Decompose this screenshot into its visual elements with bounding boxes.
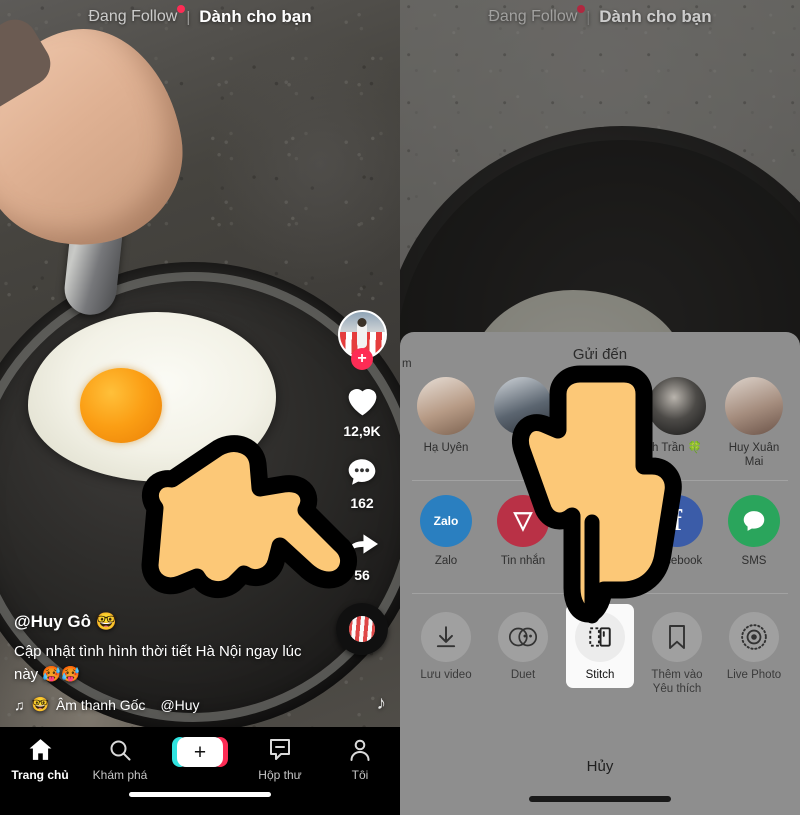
music-note-icon: ♫ bbox=[14, 696, 25, 713]
music-emoji: 🤓 bbox=[31, 696, 49, 712]
tab-for-you[interactable]: Dành cho bạn bbox=[199, 7, 311, 27]
video-description: Cập nhật tình hình thời tiết Hà Nội ngay… bbox=[14, 643, 302, 684]
left-phone-screen: Đang Follow | Dành cho bạn + 12,9K 162 5… bbox=[0, 0, 400, 815]
video-caption-block: @Huy Gô 🤓 Cập nhật tình hình thời tiết H… bbox=[14, 612, 326, 713]
home-indicator bbox=[129, 792, 271, 797]
action-label: Lưu video bbox=[420, 668, 472, 681]
tab-following-right[interactable]: Đang Follow bbox=[488, 5, 586, 26]
pointing-hand-right bbox=[108, 424, 366, 624]
app-label: Zalo bbox=[434, 554, 458, 567]
nav-label-home: Trang chủ bbox=[11, 768, 69, 782]
following-notification-dot-right bbox=[577, 5, 586, 13]
heart-icon bbox=[340, 379, 384, 421]
create-plus-icon[interactable]: + bbox=[172, 737, 228, 767]
nav-item-profile[interactable]: Tôi bbox=[323, 736, 397, 782]
create-plus-glyph: + bbox=[193, 740, 207, 764]
tab-following-label: Đang Follow bbox=[88, 8, 178, 25]
action-label: Live Photo bbox=[726, 668, 782, 681]
home-indicator bbox=[529, 796, 671, 802]
follow-plus-icon[interactable]: + bbox=[351, 348, 373, 370]
contact-item[interactable]: Huy Xuân Mai bbox=[720, 377, 788, 470]
app-label: SMS bbox=[741, 554, 767, 567]
nav-label-profile: Tôi bbox=[351, 768, 369, 782]
music-credit[interactable]: ♫ 🤓 Âm thanh Gốc @Huy bbox=[14, 696, 326, 713]
floating-music-note-icon: ♪ bbox=[376, 693, 387, 714]
nav-item-inbox[interactable]: Hộp thư bbox=[243, 736, 317, 782]
live-photo-icon bbox=[729, 611, 779, 662]
search-icon bbox=[108, 736, 132, 763]
nav-item-home[interactable]: Trang chủ bbox=[3, 736, 77, 782]
action-label: Thêm vào Yêu thích bbox=[651, 668, 703, 696]
bottom-navbar: Trang chủ Khám phá + Hộp thư Tôi bbox=[0, 727, 400, 815]
tab-following-label-right: Đang Follow bbox=[488, 8, 578, 25]
inbox-icon bbox=[268, 736, 292, 763]
zalo-glyph: Zalo bbox=[433, 513, 459, 528]
sms-icon bbox=[728, 494, 780, 547]
tutorial-screenshot: Đang Follow | Dành cho bạn + 12,9K 162 5… bbox=[0, 0, 800, 815]
music-author: @Huy bbox=[160, 696, 200, 713]
share-app-zalo[interactable]: Zalo Zalo bbox=[412, 494, 480, 583]
action-label: Stitch bbox=[585, 668, 615, 681]
avatar bbox=[725, 377, 783, 435]
tab-following[interactable]: Đang Follow bbox=[88, 5, 186, 26]
home-icon bbox=[28, 736, 53, 763]
right-phone-screen: Đang Follow | Dành cho bạn Gửi đến Hạ Uy… bbox=[400, 0, 800, 815]
top-tabs-right: Đang Follow | Dành cho bạn bbox=[400, 0, 800, 34]
tab-for-you-right[interactable]: Dành cho bạn bbox=[599, 7, 711, 27]
nav-item-create[interactable]: + bbox=[163, 736, 237, 767]
top-tabs-left: Đang Follow | Dành cho bạn bbox=[0, 0, 400, 34]
author-avatar-button[interactable]: + bbox=[337, 310, 387, 370]
nav-item-discover[interactable]: Khám phá bbox=[83, 736, 157, 782]
share-app-sms[interactable]: SMS bbox=[720, 494, 788, 583]
contact-item[interactable]: Hạ Uyên bbox=[412, 377, 480, 470]
contact-name: Hạ Uyên bbox=[423, 442, 469, 454]
cancel-button[interactable]: Hủy bbox=[400, 758, 800, 775]
contact-name: Huy Xuân Mai bbox=[728, 442, 780, 469]
tab-separator: | bbox=[186, 8, 191, 26]
action-save-video[interactable]: Lưu video bbox=[412, 604, 480, 689]
action-live-photo[interactable]: Live Photo bbox=[720, 604, 788, 689]
sheet-edge-label: m bbox=[402, 358, 412, 370]
following-notification-dot bbox=[177, 5, 186, 13]
action-label: Duet bbox=[510, 668, 536, 681]
pointing-hand-down bbox=[500, 358, 685, 633]
zalo-icon: Zalo bbox=[420, 494, 472, 547]
avatar-head bbox=[357, 318, 367, 328]
nav-label-inbox: Hộp thư bbox=[258, 768, 302, 782]
avatar bbox=[417, 377, 475, 435]
profile-icon bbox=[348, 736, 372, 763]
tab-separator-right: | bbox=[586, 8, 591, 26]
music-label: Âm thanh Gốc bbox=[55, 696, 146, 713]
nav-label-discover: Khám phá bbox=[92, 768, 148, 782]
download-icon bbox=[421, 611, 471, 662]
